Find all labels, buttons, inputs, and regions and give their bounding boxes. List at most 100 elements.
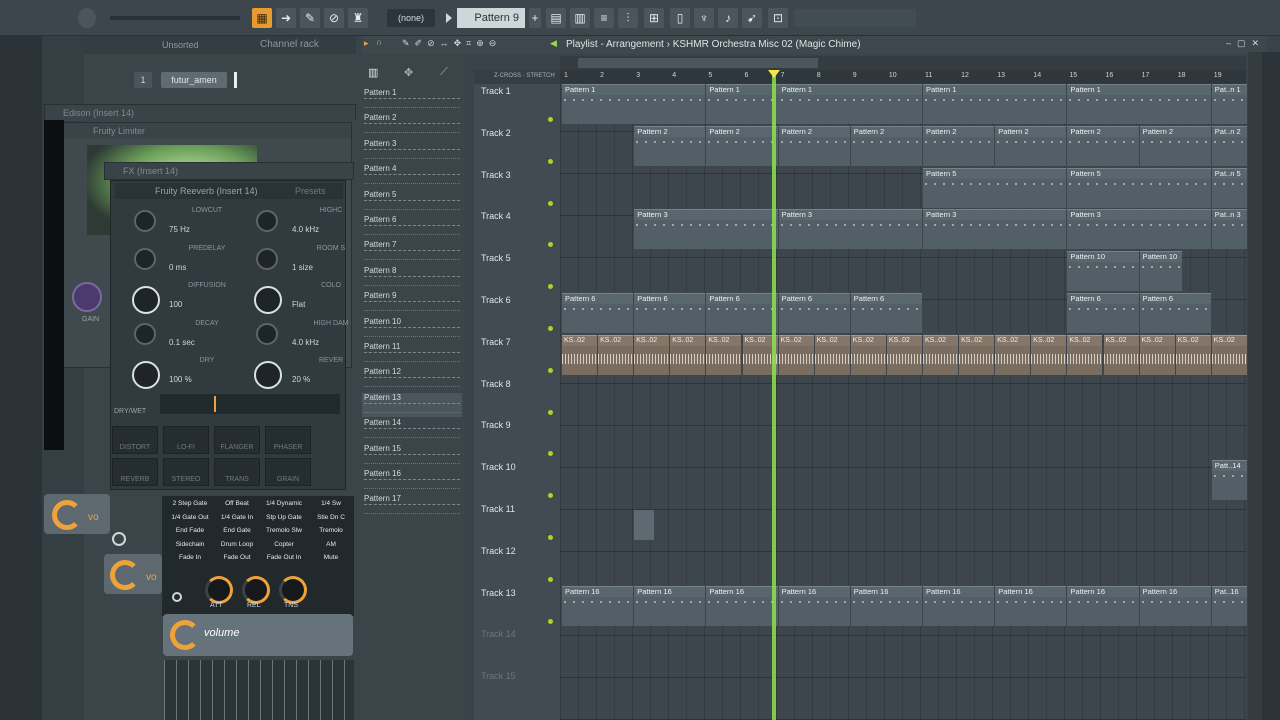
reverb-knob-4[interactable] [132, 286, 160, 314]
playlist-clip[interactable]: Pattern 2 [923, 125, 995, 166]
track-name[interactable]: Track 10 [481, 462, 516, 472]
gate-preset-item[interactable]: Mute [307, 552, 355, 564]
track-name[interactable]: Track 2 [481, 128, 511, 138]
fx-type-button-3[interactable]: PHASER [265, 426, 311, 454]
search-icon[interactable] [112, 532, 126, 546]
playlist-clip[interactable]: Pattern 5 [1067, 167, 1211, 208]
picker-pattern-item[interactable]: Pattern 4 [362, 164, 462, 188]
gate-preset-item[interactable]: Stie Dn C [307, 512, 355, 524]
envelope-knob-0[interactable] [205, 576, 233, 604]
playlist-clip[interactable]: Pattern 16 [706, 585, 778, 626]
playlist-clip[interactable]: KS..02 [1031, 334, 1067, 375]
playlist-clip[interactable]: Pattern 2 [850, 125, 922, 166]
playlist-clip[interactable]: KS..02 [1067, 334, 1103, 375]
track-mute-dot[interactable] [548, 117, 553, 122]
stamp-icon[interactable]: ♜ [348, 8, 368, 28]
playlist-clip[interactable]: Pattern 6 [706, 293, 778, 333]
track-mute-dot[interactable] [548, 326, 553, 331]
track-name[interactable]: Track 4 [481, 211, 511, 221]
gate-preset-item[interactable]: Fade Out In [260, 552, 308, 564]
playlist-clip[interactable]: Pattern 2 [1139, 125, 1211, 166]
gate-preset-item[interactable]: AM [307, 539, 355, 551]
track-name[interactable]: Track 14 [481, 629, 516, 639]
picker-pattern-item[interactable]: Pattern 15 [362, 444, 462, 468]
picker-pattern-item[interactable]: Pattern 2 [362, 113, 462, 137]
playlist-clip[interactable]: KS..02 [670, 334, 706, 375]
playhead[interactable] [772, 70, 776, 720]
picker-pattern-item[interactable]: Pattern 10 [362, 317, 462, 341]
playlist-clip[interactable]: Pattern 1 [923, 84, 1067, 124]
playlist-clip[interactable]: Patt..14 [1211, 460, 1247, 501]
picker-pattern-item[interactable]: Pattern 13 [362, 392, 462, 417]
magnet-icon[interactable]: ∩ [376, 37, 382, 47]
playlist-clip[interactable]: Pattern 16 [562, 585, 634, 626]
gate-preset-item[interactable]: Fade Out [213, 552, 261, 564]
playlist-clip[interactable]: KS..02 [923, 334, 959, 375]
channel-mixer-number[interactable]: 1 [134, 72, 152, 88]
playlist-clip[interactable]: Pattern 6 [1139, 293, 1211, 333]
arrow-icon[interactable]: ➜ [276, 8, 296, 28]
reverb-knob-7[interactable] [256, 322, 278, 345]
gate-preset-item[interactable]: Drum Loop [213, 539, 261, 551]
playlist-clip[interactable]: Pat..n 2 [1211, 125, 1247, 166]
gate-preset-item[interactable]: End Fade [166, 525, 214, 537]
gate-preset-item[interactable]: Tremolo Slw [260, 525, 308, 537]
playlist-clip[interactable]: KS..02 [850, 334, 886, 375]
track-name[interactable]: Track 9 [481, 420, 511, 430]
presets-button[interactable]: Presets [295, 186, 326, 196]
gate-preset-item[interactable]: End Gate [213, 525, 261, 537]
track-mute-dot[interactable] [548, 158, 553, 164]
picker-pattern-item[interactable]: Pattern 16 [362, 469, 462, 493]
pattern-dropdown[interactable]: (none) [387, 9, 435, 27]
playlist-clip[interactable]: Pattern 1 [1067, 84, 1211, 124]
master-pitch-slider[interactable] [110, 16, 240, 20]
window-controls[interactable]: –▢✕ [1226, 38, 1265, 49]
dry-wet-slider[interactable] [160, 394, 340, 414]
picker-pattern-item[interactable]: Pattern 6 [362, 215, 462, 239]
track-mute-dot[interactable] [548, 535, 553, 540]
playlist-clip[interactable]: Pattern 3 [923, 209, 1067, 250]
playlist-icon[interactable]: ▤ [546, 8, 566, 28]
playlist-clip[interactable]: Pattern 2 [778, 125, 850, 166]
playlist-clip[interactable]: Pattern 1 [562, 84, 706, 124]
playlist-clip[interactable]: Pat..n 1 [1211, 84, 1247, 124]
playlist-clip[interactable]: Pattern 5 [923, 167, 1067, 208]
master-volume-knob[interactable] [78, 8, 96, 28]
track-mute-dot[interactable] [548, 576, 553, 582]
track-name[interactable]: Track 8 [481, 379, 511, 389]
reverb-knob-2[interactable] [134, 247, 156, 270]
track-name[interactable]: Track 12 [481, 546, 516, 556]
track-mute-dot[interactable] [548, 409, 553, 415]
fx-type-button-7[interactable]: GRAIN [265, 458, 311, 486]
picker-pattern-item[interactable]: Pattern 5 [362, 190, 462, 214]
playlist-clip[interactable]: KS..02 [706, 334, 742, 375]
playlist-clip[interactable]: Pattern 3 [634, 209, 778, 250]
playlist-clip[interactable]: Pattern 16 [923, 585, 995, 626]
piano-icon[interactable]: ▥ [368, 66, 378, 79]
playlist-clip[interactable]: Pattern 10 [1139, 251, 1182, 292]
picker-pattern-item[interactable]: Pattern 12 [362, 367, 462, 391]
playlist-clip[interactable]: KS..02 [598, 334, 634, 375]
reverb-knob-0[interactable] [134, 210, 156, 232]
pattern-song-toggle[interactable]: ▦ [252, 8, 272, 28]
browser-icon[interactable]: ⊞ [644, 8, 664, 28]
filter-dropdown[interactable]: Unsorted [162, 40, 199, 50]
reverb-knob-9[interactable] [254, 361, 282, 389]
gate-preset-item[interactable]: Off Beat [213, 498, 261, 510]
reverb-knob-6[interactable] [134, 322, 156, 345]
playlist-clip[interactable]: Pattern 2 [634, 125, 706, 166]
playlist-clip[interactable]: KS..02 [814, 334, 850, 375]
playlist-scrollbar-h[interactable] [560, 56, 1246, 70]
playlist-clip[interactable]: Pattern 2 [1067, 125, 1139, 166]
gate-preset-item[interactable]: Sidechain [166, 539, 214, 551]
playlist-clip[interactable]: Pattern 16 [850, 585, 922, 626]
picker-pattern-item[interactable]: Pattern 8 [362, 266, 462, 290]
playlist-clip[interactable]: Pattern 2 [706, 125, 778, 166]
channel-rack-icon[interactable]: ≡ [594, 8, 614, 28]
mixer-icon[interactable]: ⫶ [618, 8, 638, 28]
gate-preset-item[interactable]: Tremolo [307, 525, 355, 537]
playlist-clip[interactable]: Pattern 16 [778, 585, 850, 626]
gate-preset-item[interactable]: 1/4 Sw [307, 498, 355, 510]
fx-type-button-1[interactable]: LO-FI [163, 426, 209, 454]
fx-type-button-6[interactable]: TRANS [214, 458, 260, 486]
